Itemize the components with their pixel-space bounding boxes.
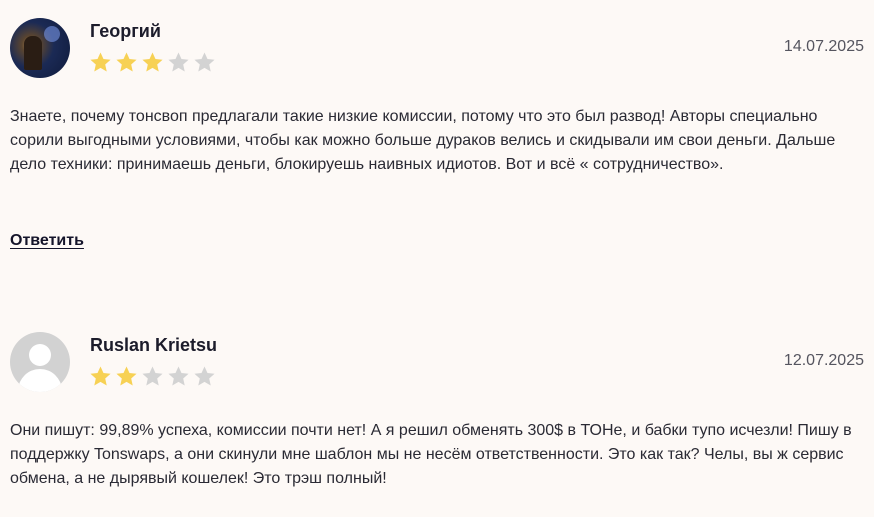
review-date: 14.07.2025 bbox=[783, 38, 864, 55]
rating-stars bbox=[89, 51, 216, 74]
star-empty-icon bbox=[168, 52, 189, 72]
star-filled-icon bbox=[116, 52, 137, 72]
star-filled-icon bbox=[142, 52, 163, 72]
star-filled-icon bbox=[90, 366, 111, 386]
avatar-photo-figure bbox=[24, 36, 42, 70]
review-author: Георгий bbox=[90, 21, 161, 41]
avatar bbox=[10, 18, 70, 78]
avatar bbox=[10, 332, 70, 392]
avatar-photo-glow bbox=[44, 26, 60, 42]
star-filled-icon bbox=[90, 52, 111, 72]
reply-link[interactable]: Ответить bbox=[10, 232, 84, 250]
star-empty-icon bbox=[194, 366, 215, 386]
rating-stars bbox=[89, 365, 216, 388]
user-silhouette-body bbox=[18, 369, 62, 392]
review-text: Они пишут: 99,89% успеха, комиссии почти… bbox=[10, 422, 852, 487]
review-date: 12.07.2025 bbox=[783, 352, 864, 369]
review-text: Знаете, почему тонсвоп предлагали такие … bbox=[10, 108, 836, 173]
star-empty-icon bbox=[194, 52, 215, 72]
review-author: Ruslan Krietsu bbox=[90, 335, 218, 355]
star-empty-icon bbox=[142, 366, 163, 386]
user-silhouette-icon bbox=[29, 344, 51, 366]
star-filled-icon bbox=[116, 366, 137, 386]
star-empty-icon bbox=[168, 366, 189, 386]
